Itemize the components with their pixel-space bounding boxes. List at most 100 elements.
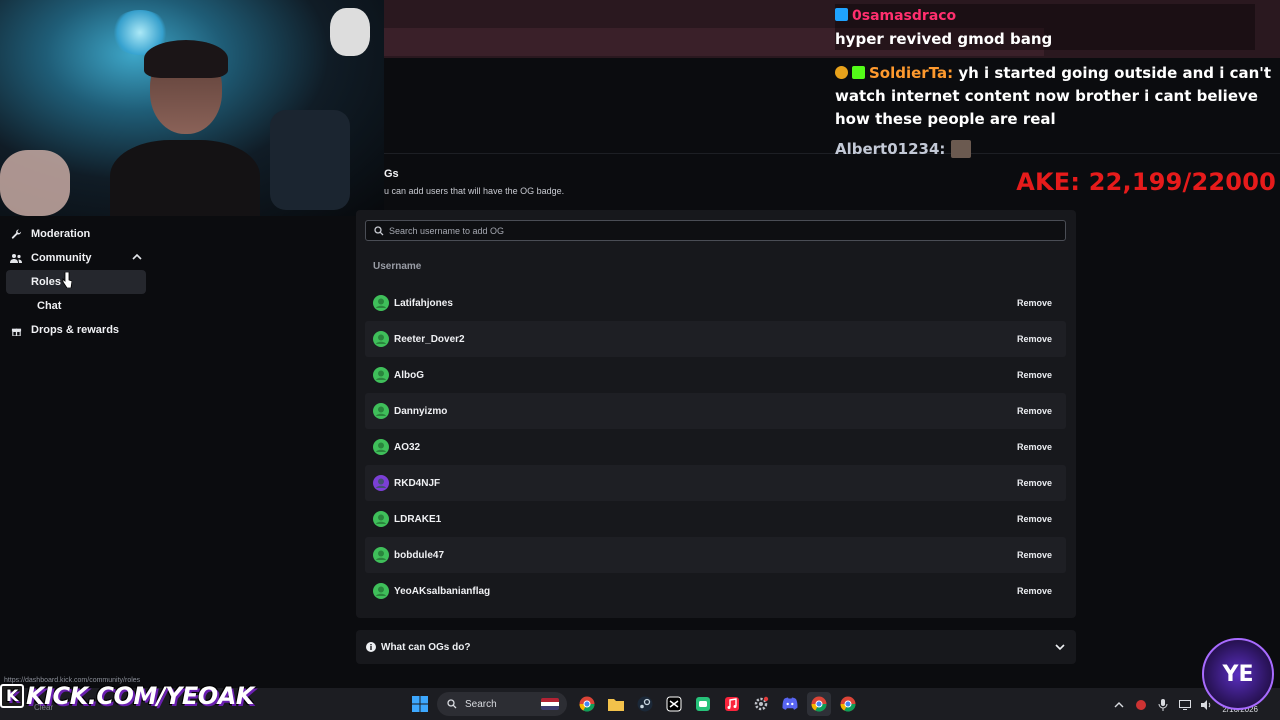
- settings-icon[interactable]: [749, 692, 773, 716]
- remove-button[interactable]: Remove: [1017, 514, 1052, 524]
- column-header-username: Username: [373, 261, 422, 272]
- username-cell: AO32: [394, 441, 421, 453]
- chat-message: SoldierTa: yh i started going outside an…: [835, 62, 1280, 131]
- search-icon: [374, 225, 384, 235]
- table-row: RKD4NJF Remove: [365, 465, 1066, 501]
- apple-music-icon[interactable]: [720, 692, 744, 716]
- sidebar-item-label: Roles: [31, 276, 61, 288]
- username-cell: Reeter_Dover2: [394, 333, 465, 345]
- taskbar-search-label: Search: [465, 698, 497, 710]
- emote-icon: [950, 140, 971, 158]
- remove-button[interactable]: Remove: [1017, 334, 1052, 344]
- og-user-list: Latifahjones Remove Reeter_Dover2 Remove Alb…: [365, 285, 1066, 609]
- chat-text: hyper revived gmod bang: [835, 30, 1053, 48]
- user-avatar-icon: [373, 331, 389, 347]
- kick-logo-icon: K: [0, 684, 24, 708]
- chrome-profile-icon[interactable]: [836, 692, 860, 716]
- remove-button[interactable]: Remove: [1017, 478, 1052, 488]
- stream-frame: 0samasdraco hyper revived gmod bang Sold…: [0, 0, 1280, 720]
- search-input[interactable]: [389, 225, 1049, 236]
- chevron-down-icon[interactable]: [1054, 641, 1066, 653]
- mouse-cursor-icon: [62, 272, 72, 288]
- remove-button[interactable]: Remove: [1017, 586, 1052, 596]
- username-cell: RKD4NJF: [394, 477, 441, 489]
- taskbar-search[interactable]: Search: [437, 692, 567, 716]
- remove-button[interactable]: Remove: [1017, 550, 1052, 560]
- sidebar-item-roles[interactable]: Roles: [6, 270, 146, 294]
- discord-icon[interactable]: [778, 692, 802, 716]
- sidebar-item-chat[interactable]: Chat: [6, 294, 146, 318]
- user-avatar-icon: [373, 295, 389, 311]
- chrome-icon[interactable]: [575, 692, 599, 716]
- file-explorer-icon[interactable]: [604, 692, 628, 716]
- table-row: Dannyizmo Remove: [365, 393, 1066, 429]
- sidebar-item-community[interactable]: Community: [0, 246, 156, 270]
- windows-start-icon[interactable]: [408, 692, 432, 716]
- capcut-icon[interactable]: [662, 692, 686, 716]
- app-tray-icon[interactable]: [1134, 698, 1148, 712]
- dashboard-sidebar: Moderation Community Roles Chat Drops & …: [0, 222, 156, 342]
- table-row: Reeter_Dover2 Remove: [365, 321, 1066, 357]
- remove-button[interactable]: Remove: [1017, 406, 1052, 416]
- moderator-badge-icon: [835, 66, 848, 79]
- community-icon: [10, 252, 22, 264]
- chat-username: Albert01234:: [835, 140, 946, 158]
- username-cell: AlboG: [394, 369, 424, 381]
- logo-text: YE: [1222, 661, 1254, 687]
- display-icon[interactable]: [1178, 698, 1192, 712]
- remove-button[interactable]: Remove: [1017, 442, 1052, 452]
- remove-button[interactable]: Remove: [1017, 370, 1052, 380]
- divider: [384, 153, 1280, 154]
- chevron-up-icon[interactable]: [1112, 698, 1126, 712]
- table-row: AO32 Remove: [365, 429, 1066, 465]
- user-avatar-icon: [373, 475, 389, 491]
- search-og-field[interactable]: [365, 220, 1066, 241]
- sidebar-item-drops-rewards[interactable]: Drops & rewards: [0, 318, 156, 342]
- user-avatar-icon: [373, 547, 389, 563]
- username-cell: LDRAKE1: [394, 513, 442, 525]
- chat-message: 0samasdraco hyper revived gmod bang: [835, 4, 1255, 50]
- sidebar-item-label: Chat: [37, 300, 62, 312]
- sub-goal-counter: AKE: 22,199/22000: [1016, 168, 1276, 196]
- gift-icon: [10, 324, 22, 336]
- flag-icon: [541, 698, 559, 710]
- brand-url: KICK.COM/YEOAK: [26, 682, 254, 710]
- sidebar-item-label: Community: [31, 252, 92, 264]
- faq-label: What can OGs do?: [381, 641, 471, 653]
- page-title: Gs: [384, 168, 399, 180]
- green-app-icon[interactable]: [691, 692, 715, 716]
- sidebar-item-moderation[interactable]: Moderation: [0, 222, 156, 246]
- faq-accordion[interactable]: What can OGs do?: [356, 630, 1076, 664]
- user-avatar-icon: [373, 367, 389, 383]
- username-cell: Latifahjones: [394, 297, 453, 309]
- chrome-active-icon[interactable]: [807, 692, 831, 716]
- sidebar-item-label: Moderation: [31, 228, 91, 240]
- table-row: LDRAKE1 Remove: [365, 501, 1066, 537]
- table-row: AlboG Remove: [365, 357, 1066, 393]
- user-avatar-icon: [373, 511, 389, 527]
- chat-username: SoldierTa:: [869, 64, 954, 82]
- user-avatar-icon: [373, 439, 389, 455]
- username-cell: Dannyizmo: [394, 405, 448, 417]
- search-icon: [447, 699, 457, 709]
- table-row: Latifahjones Remove: [365, 285, 1066, 321]
- steam-icon[interactable]: [633, 692, 657, 716]
- channel-logo: YE: [1202, 638, 1274, 710]
- page-subtitle: u can add users that will have the OG ba…: [384, 186, 565, 196]
- clear-label: Clear: [34, 703, 54, 712]
- subscriber-badge-icon: [835, 8, 848, 21]
- gift-badge-icon: [852, 66, 865, 79]
- chat-message: Albert01234:: [835, 138, 975, 161]
- wall-mask-decoration: [330, 8, 370, 56]
- table-row: bobdule47 Remove: [365, 537, 1066, 573]
- user-avatar-icon: [373, 583, 389, 599]
- chat-username: 0samasdraco: [852, 8, 957, 24]
- sidebar-item-label: Drops & rewards: [31, 324, 120, 336]
- username-cell: YeoAKsalbanianflag: [394, 585, 491, 597]
- wrench-icon: [10, 228, 22, 240]
- microphone-icon[interactable]: [1156, 698, 1170, 712]
- remove-button[interactable]: Remove: [1017, 298, 1052, 308]
- webcam-feed: [0, 0, 384, 216]
- chevron-up-icon[interactable]: [132, 252, 142, 262]
- table-row: YeoAKsalbanianflag Remove: [365, 573, 1066, 609]
